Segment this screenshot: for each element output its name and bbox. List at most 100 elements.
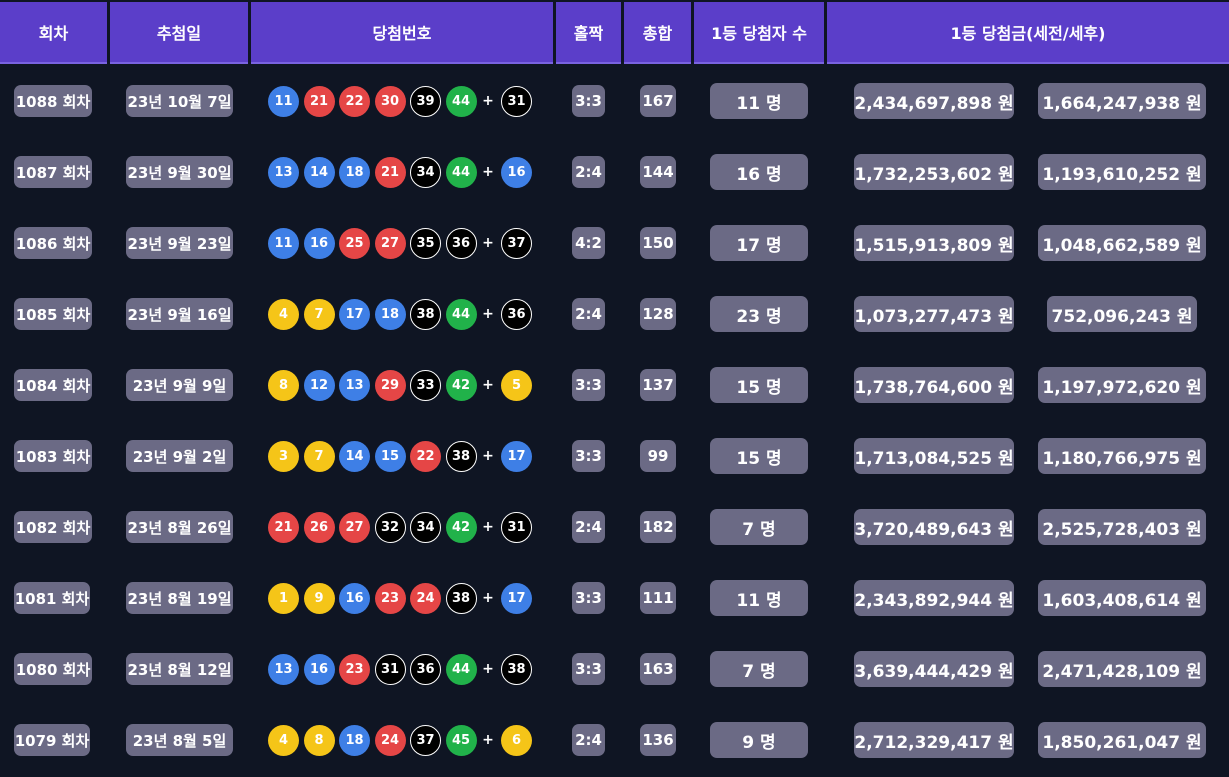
lotto-ball: 21 xyxy=(268,511,299,543)
prize-pre-tax-badge: 2,343,892,944 원 xyxy=(854,580,1014,616)
winning-numbers: 11 16 25 27 35 36 +37 xyxy=(268,226,537,260)
odd-even-badge: 3:3 xyxy=(572,85,605,117)
prize-pre-tax-badge: 2,712,329,417 원 xyxy=(854,722,1014,758)
lotto-ball: 7 xyxy=(303,440,335,472)
plus-icon: + xyxy=(482,661,494,677)
lotto-ball: 42 xyxy=(445,369,477,401)
round-badge: 1080 회차 xyxy=(14,653,92,685)
draw-date-badge: 23년 9월 23일 xyxy=(126,227,233,259)
sum-badge: 144 xyxy=(640,156,676,188)
draw-date-badge: 23년 9월 9일 xyxy=(126,369,233,401)
round-badge: 1088 회차 xyxy=(14,85,92,117)
lotto-ball: 18 xyxy=(339,156,370,188)
lotto-ball: 16 xyxy=(339,582,370,614)
header-sum: 총합 xyxy=(624,2,691,64)
lotto-ball: 35 xyxy=(410,227,441,259)
winning-numbers: 1 9 16 23 24 38 +17 xyxy=(268,581,537,615)
lotto-ball: 31 xyxy=(374,653,406,685)
prize-post-tax-badge: 1,197,972,620 원 xyxy=(1038,367,1206,403)
lotto-ball: 27 xyxy=(339,511,370,543)
lotto-ball: 34 xyxy=(410,511,441,543)
prize-post-tax-badge: 2,525,728,403 원 xyxy=(1038,509,1206,545)
table-row: 1084 회차 23년 9월 9일 8 12 13 29 33 42 +5 3:3 137 15 명 1… xyxy=(0,351,1229,422)
plus-icon: + xyxy=(482,519,494,535)
header-numbers: 당첨번호 xyxy=(251,2,553,64)
lotto-ball: 27 xyxy=(374,227,406,259)
prize-pre-tax-badge: 1,515,913,809 원 xyxy=(854,225,1014,261)
prize-pre-tax-badge: 1,713,084,525 원 xyxy=(854,438,1014,474)
draw-date-badge: 23년 8월 26일 xyxy=(126,511,233,543)
lotto-ball: 16 xyxy=(303,227,335,259)
table-row: 1085 회차 23년 9월 16일 4 7 17 18 38 44 +36 2:4 128 23 명… xyxy=(0,280,1229,351)
round-badge: 1083 회차 xyxy=(14,440,92,472)
plus-icon: + xyxy=(482,235,494,251)
lotto-ball: 15 xyxy=(374,440,406,472)
table-row: 1080 회차 23년 8월 12일 13 16 23 31 36 44 +38 3:3 163 7 … xyxy=(0,635,1229,706)
bonus-ball: 5 xyxy=(501,369,532,401)
round-badge: 1084 회차 xyxy=(14,369,92,401)
lotto-ball: 24 xyxy=(410,582,441,614)
lotto-ball: 26 xyxy=(303,511,335,543)
lotto-ball: 39 xyxy=(410,85,441,117)
lotto-ball: 8 xyxy=(303,724,335,756)
lotto-ball: 21 xyxy=(374,156,406,188)
bonus-ball: 17 xyxy=(501,582,532,614)
prize-pre-tax-badge: 2,434,697,898 원 xyxy=(854,83,1014,119)
lotto-ball: 44 xyxy=(445,85,477,117)
header-date: 추첨일 xyxy=(110,2,248,64)
lotto-ball: 29 xyxy=(374,369,406,401)
draw-date-badge: 23년 9월 30일 xyxy=(126,156,233,188)
prize-pre-tax-badge: 1,073,277,473 원 xyxy=(854,296,1014,332)
winner-count-badge: 7 명 xyxy=(710,651,808,687)
round-badge: 1087 회차 xyxy=(14,156,92,188)
winner-count-badge: 15 명 xyxy=(710,367,808,403)
lotto-ball: 42 xyxy=(445,511,477,543)
bonus-ball: 38 xyxy=(501,653,532,685)
round-badge: 1086 회차 xyxy=(14,227,92,259)
prize-post-tax-badge: 1,048,662,589 원 xyxy=(1038,225,1206,261)
sum-badge: 137 xyxy=(640,369,676,401)
table-row: 1087 회차 23년 9월 30일 13 14 18 21 34 44 +16 2:4 144 16… xyxy=(0,138,1229,209)
sum-badge: 167 xyxy=(640,85,676,117)
lotto-ball: 11 xyxy=(268,227,299,259)
prize-post-tax-badge: 1,180,766,975 원 xyxy=(1038,438,1206,474)
prize-pre-tax-badge: 3,720,489,643 원 xyxy=(854,509,1014,545)
header-prize: 1등 당첨금(세전/세후) xyxy=(827,2,1229,64)
plus-icon: + xyxy=(482,164,494,180)
header-odd-even: 홀짝 xyxy=(556,2,621,64)
odd-even-badge: 2:4 xyxy=(572,298,605,330)
plus-icon: + xyxy=(482,377,494,393)
sum-badge: 163 xyxy=(640,653,676,685)
winning-numbers: 13 14 18 21 34 44 +16 xyxy=(268,155,537,189)
lotto-ball: 4 xyxy=(268,298,299,330)
prize-pre-tax-badge: 1,732,253,602 원 xyxy=(854,154,1014,190)
table-row: 1082 회차 23년 8월 26일 21 26 27 32 34 42 +31 2:4 182 7 … xyxy=(0,493,1229,564)
draw-date-badge: 23년 8월 5일 xyxy=(126,724,233,756)
lotto-ball: 36 xyxy=(445,227,477,259)
round-badge: 1082 회차 xyxy=(14,511,92,543)
odd-even-badge: 3:3 xyxy=(572,369,605,401)
bonus-ball: 17 xyxy=(501,440,532,472)
bonus-ball: 16 xyxy=(501,156,532,188)
winner-count-badge: 17 명 xyxy=(710,225,808,261)
odd-even-badge: 4:2 xyxy=(572,227,605,259)
lotto-ball: 16 xyxy=(303,653,335,685)
prize-post-tax-badge: 1,193,610,252 원 xyxy=(1038,154,1206,190)
lotto-ball: 44 xyxy=(445,156,477,188)
lotto-ball: 24 xyxy=(374,724,406,756)
bonus-ball: 6 xyxy=(501,724,532,756)
winner-count-badge: 16 명 xyxy=(710,154,808,190)
lotto-ball: 4 xyxy=(268,724,299,756)
lotto-ball: 44 xyxy=(445,298,477,330)
lotto-ball: 9 xyxy=(303,582,335,614)
lotto-ball: 30 xyxy=(374,85,406,117)
draw-date-badge: 23년 8월 19일 xyxy=(126,582,233,614)
prize-post-tax-badge: 1,603,408,614 원 xyxy=(1038,580,1206,616)
draw-date-badge: 23년 8월 12일 xyxy=(126,653,233,685)
lotto-ball: 7 xyxy=(303,298,335,330)
sum-badge: 128 xyxy=(640,298,676,330)
lotto-ball: 23 xyxy=(339,653,370,685)
winner-count-badge: 15 명 xyxy=(710,438,808,474)
sum-badge: 99 xyxy=(640,440,676,472)
sum-badge: 182 xyxy=(640,511,676,543)
